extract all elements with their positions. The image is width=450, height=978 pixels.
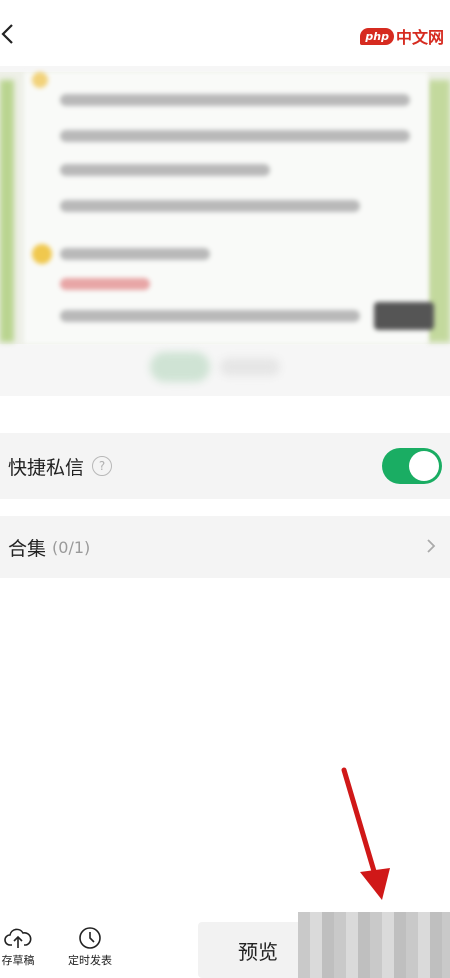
- collection-count: (0/1): [52, 537, 91, 557]
- watermark-logo: php 中文网: [360, 24, 444, 48]
- article-preview: [0, 66, 450, 396]
- quick-message-label: 快捷私信: [8, 456, 85, 479]
- help-icon[interactable]: ?: [92, 456, 113, 476]
- schedule-publish-button[interactable]: 定时发表: [60, 926, 120, 968]
- collection-label: 合集: [8, 537, 47, 560]
- preview-indicator: [150, 352, 210, 382]
- annotation-arrow: [341, 767, 390, 900]
- watermark-text: 中文网: [395, 28, 444, 47]
- back-icon[interactable]: [0, 22, 18, 46]
- preview-content: [24, 72, 434, 344]
- cloud-upload-icon: [4, 928, 32, 948]
- watermark-badge: php: [360, 27, 394, 45]
- preview-indicator-2: [220, 358, 280, 376]
- chevron-right-icon: [427, 539, 436, 553]
- schedule-label: 定时发表: [68, 954, 112, 967]
- top-bar: php 中文网: [0, 0, 450, 66]
- clock-icon: [79, 927, 101, 949]
- quick-message-toggle[interactable]: [382, 448, 442, 484]
- collection-row[interactable]: 合集 (0/1): [0, 516, 450, 578]
- bottom-toolbar: 存草稿 定时发表 预览: [0, 912, 450, 978]
- toggle-knob: [409, 451, 439, 481]
- preview-card: [0, 72, 450, 344]
- preview-edge-left: [0, 80, 14, 342]
- publish-button[interactable]: [298, 912, 450, 978]
- save-draft-button[interactable]: 存草稿: [0, 926, 48, 968]
- save-draft-label: 存草稿: [1, 954, 35, 967]
- quick-message-row: 快捷私信 ?: [0, 433, 450, 499]
